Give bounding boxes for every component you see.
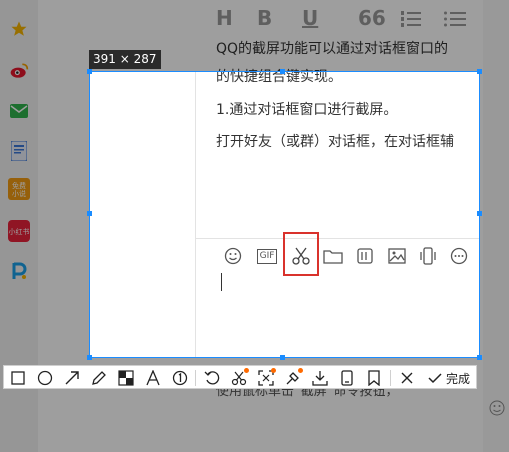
resize-handle-sw[interactable] (87, 355, 92, 360)
rectangle-tool-icon[interactable] (9, 369, 27, 387)
close-icon[interactable] (398, 369, 416, 387)
resize-handle-nw[interactable] (87, 69, 92, 74)
screenshot-toolbar: 完成 (3, 365, 477, 389)
done-button[interactable]: 完成 (428, 369, 470, 387)
dim-overlay-top (0, 0, 509, 71)
new-feature-dot (271, 368, 276, 373)
dim-overlay-left (0, 71, 89, 358)
pen-tool-icon[interactable] (90, 369, 108, 387)
resize-handle-n[interactable] (280, 69, 285, 74)
scissors-tool-icon[interactable] (230, 368, 249, 387)
selection-size-label: 391 × 287 (89, 50, 161, 69)
download-icon[interactable] (311, 369, 329, 387)
toolbar-separator (390, 370, 391, 386)
send-to-phone-icon[interactable] (338, 369, 356, 387)
pin-icon[interactable] (284, 368, 303, 387)
resize-handle-se[interactable] (477, 355, 482, 360)
number-marker-icon[interactable] (171, 369, 189, 387)
capture-area-icon[interactable] (257, 368, 276, 387)
new-feature-dot (298, 368, 303, 373)
dim-overlay-right (480, 71, 509, 358)
ellipse-tool-icon[interactable] (36, 369, 54, 387)
toolbar-separator (195, 370, 196, 386)
check-icon (428, 373, 442, 384)
resize-handle-w[interactable] (87, 211, 92, 216)
new-feature-dot (244, 368, 249, 373)
resize-handle-e[interactable] (477, 211, 482, 216)
arrow-tool-icon[interactable] (63, 369, 81, 387)
bookmark-icon[interactable] (365, 369, 383, 387)
resize-handle-s[interactable] (280, 355, 285, 360)
done-label: 完成 (446, 371, 471, 386)
resize-handle-ne[interactable] (477, 69, 482, 74)
capture-selection[interactable] (87, 69, 482, 360)
undo-icon[interactable] (203, 369, 221, 387)
mosaic-tool-icon[interactable] (117, 369, 135, 387)
text-tool-icon[interactable] (144, 369, 162, 387)
